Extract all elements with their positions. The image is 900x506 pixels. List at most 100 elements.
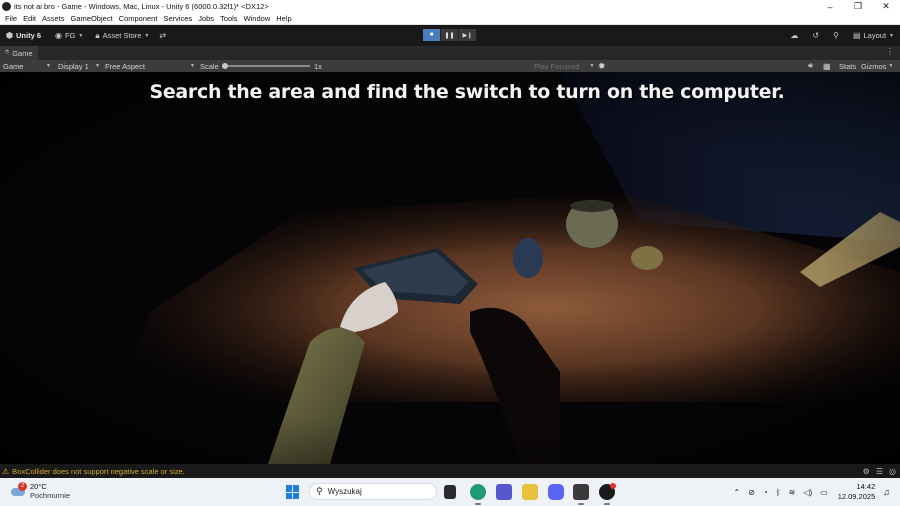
- gizmos-dropdown[interactable]: Gizmos ▼: [861, 60, 893, 72]
- unity-label: Unity 6: [15, 31, 41, 40]
- layout-icon: ▤: [852, 31, 861, 40]
- layout-dropdown[interactable]: ▤ Layout ▼: [853, 31, 894, 40]
- play-button[interactable]: ■: [423, 29, 441, 41]
- start-button[interactable]: [286, 485, 300, 499]
- search-icon: ⚲: [316, 486, 323, 496]
- step-button[interactable]: ▶❙: [459, 29, 477, 41]
- chevron-down-icon: ▼: [589, 63, 595, 69]
- aspect-dropdown[interactable]: Free Aspect ▼: [105, 60, 195, 72]
- scale-slider-track[interactable]: [226, 65, 310, 67]
- network-icon[interactable]: ◔: [763, 488, 768, 497]
- notification-dot: [610, 483, 616, 489]
- scale-slider-handle[interactable]: [222, 63, 228, 69]
- network-icon[interactable]: ⚙: [863, 467, 870, 476]
- debug-icon[interactable]: ◎: [889, 467, 896, 476]
- console-warning-message[interactable]: BoxCollider does not support negative sc…: [12, 467, 185, 476]
- unity-taskbar-icon[interactable]: [573, 484, 589, 500]
- game-tab-strip: ⌾ Game ⋮: [0, 46, 900, 60]
- menu-file[interactable]: File: [2, 14, 20, 23]
- menu-jobs[interactable]: Jobs: [195, 14, 217, 23]
- warning-icon: ⚠: [2, 466, 10, 476]
- system-tray: ⌃ ⊘ ◔ ᛒ ≋ ◁) ▭ 14:42 12.09.2025 ♫: [726, 478, 890, 506]
- menu-services[interactable]: Services: [160, 14, 195, 23]
- pause-icon: ❚❚: [444, 32, 455, 39]
- chevron-up-icon[interactable]: ⌃: [734, 488, 741, 497]
- pause-button[interactable]: ❚❚: [441, 29, 459, 41]
- notification-bell-icon[interactable]: ♫: [883, 487, 890, 497]
- chevron-down-icon: ▼: [78, 32, 84, 39]
- console-status-bar[interactable]: ⚠ BoxCollider does not support negative …: [0, 464, 900, 478]
- chevron-down-icon: ▼: [144, 32, 150, 39]
- stats-button[interactable]: Stats: [839, 60, 856, 72]
- unity-hub-button[interactable]: ⬢ Unity 6: [6, 31, 41, 40]
- discord-icon[interactable]: [548, 484, 564, 500]
- clock-time: 14:42: [856, 482, 876, 491]
- asset-store-label: Asset Store: [102, 31, 142, 40]
- volume-icon[interactable]: ◁): [803, 488, 812, 497]
- version-control-icon: ⇄: [159, 31, 167, 40]
- view-mode-dropdown[interactable]: Game ▼: [3, 60, 51, 72]
- teams-icon[interactable]: [496, 484, 512, 500]
- vignette-overlay: [0, 72, 900, 464]
- view-mode-label: Game: [3, 61, 24, 71]
- account-dropdown[interactable]: ◉ FG ▼: [55, 31, 83, 40]
- chevron-down-icon: ▼: [46, 63, 51, 69]
- menu-window[interactable]: Window: [241, 14, 274, 23]
- tab-game-label: Game: [12, 48, 33, 58]
- taskbar-search[interactable]: ⚲ Wyszukaj: [309, 483, 437, 500]
- speaker-icon[interactable]: 🔊︎: [808, 60, 813, 72]
- edge-browser-icon[interactable]: [470, 484, 486, 500]
- window-title-bar: its not ai bro - Game - Windows, Mac, Li…: [0, 0, 900, 13]
- unity-running-indicator: [578, 503, 584, 505]
- aspect-label: Free Aspect: [105, 61, 146, 71]
- menu-gameobject[interactable]: GameObject: [68, 14, 116, 23]
- game-view-controls: Game ▼ Display 1 ▼ Free Aspect ▼ Scale 1…: [0, 60, 900, 72]
- weather-widget[interactable]: 2 20°C Pochmurnie: [10, 482, 70, 500]
- close-button[interactable]: ✕: [872, 0, 900, 13]
- asset-store-dropdown[interactable]: 🔒︎ Asset Store ▼: [95, 31, 149, 41]
- bug-icon[interactable]: ✹: [598, 60, 606, 72]
- weather-temperature: 20°C: [30, 482, 47, 491]
- battery-icon[interactable]: ▭: [820, 488, 828, 497]
- game-running-indicator: [604, 503, 610, 505]
- weather-description: Pochmurnie: [30, 491, 71, 500]
- menu-tools[interactable]: Tools: [217, 14, 241, 23]
- menu-edit[interactable]: Edit: [20, 14, 39, 23]
- stop-icon: ■: [429, 32, 434, 38]
- progress-icon[interactable]: ☰: [876, 467, 883, 476]
- account-icon: ◉: [55, 31, 62, 40]
- history-icon[interactable]: ↺: [812, 31, 819, 40]
- clock[interactable]: 14:42 12.09.2025: [838, 482, 876, 502]
- maximize-button[interactable]: ❐: [844, 0, 872, 13]
- objective-text: Search the area and find the switch to t…: [149, 81, 785, 103]
- gamepad-icon: ⌾: [5, 49, 10, 56]
- play-focused-dropdown[interactable]: Play Focused ▼: [534, 60, 594, 72]
- cloud-icon: 2: [10, 482, 27, 497]
- toolbar-right: ☁ ↺ ⚲ ▤ Layout ▼: [776, 25, 894, 46]
- search-icon[interactable]: ⚲: [833, 31, 839, 40]
- grid-icon[interactable]: ▦: [823, 60, 831, 72]
- minimize-button[interactable]: –: [816, 0, 844, 13]
- unity-app-icon: [2, 2, 11, 11]
- more-options-icon[interactable]: ⋮: [886, 47, 894, 56]
- tab-game[interactable]: ⌾ Game: [0, 46, 38, 60]
- edge-running-indicator: [475, 503, 481, 505]
- task-view-icon[interactable]: [444, 485, 456, 499]
- file-explorer-icon[interactable]: [522, 484, 538, 500]
- display-dropdown[interactable]: Display 1 ▼: [58, 60, 100, 72]
- vpn-icon[interactable]: ⊘: [748, 488, 755, 497]
- scale-value: 1x: [314, 61, 322, 71]
- chevron-down-icon: ▼: [190, 63, 195, 69]
- windows-taskbar: 2 20°C Pochmurnie ⚲ Wyszukaj ⌃ ⊘ ◔ ᛒ ≋ ◁…: [0, 478, 900, 506]
- window-title: its not ai bro - Game - Windows, Mac, Li…: [14, 2, 269, 11]
- version-control-button[interactable]: ⇄: [159, 31, 169, 40]
- status-right-icons: ⚙ ☰ ◎: [857, 464, 896, 478]
- game-viewport[interactable]: Search the area and find the switch to t…: [0, 72, 900, 464]
- menu-assets[interactable]: Assets: [39, 14, 68, 23]
- menu-help[interactable]: Help: [273, 14, 294, 23]
- menu-component[interactable]: Component: [116, 14, 161, 23]
- wifi-icon[interactable]: ≋: [789, 488, 796, 497]
- bluetooth-icon[interactable]: ᛒ: [776, 488, 781, 497]
- cloud-icon[interactable]: ☁: [790, 31, 798, 40]
- chevron-down-icon: ▼: [95, 63, 100, 69]
